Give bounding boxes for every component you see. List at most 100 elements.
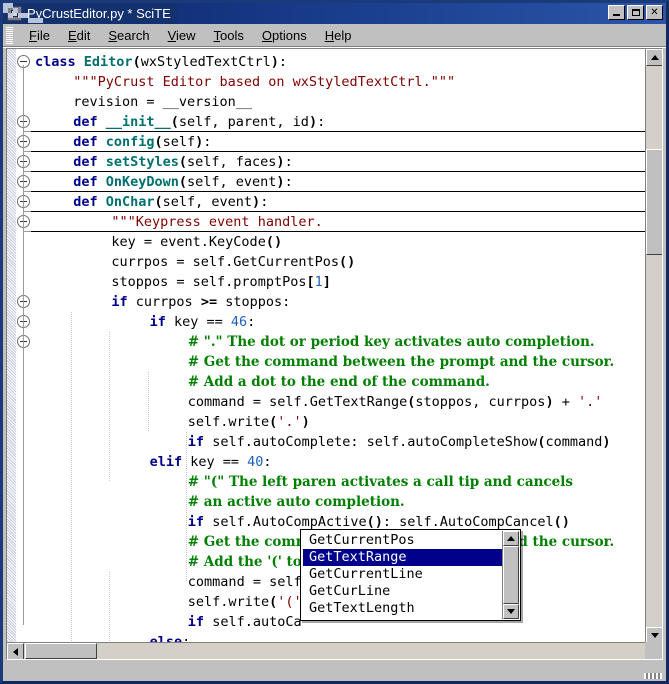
menu-label-file: ile <box>37 28 50 43</box>
menu-item-options[interactable]: Options <box>253 26 316 46</box>
menu-label-edit: dit <box>77 28 91 43</box>
code-line: key = event.KeyCode() <box>111 232 282 252</box>
menu-item-file[interactable]: File <box>20 26 59 46</box>
code-line: self.write('(') <box>188 592 310 612</box>
code-token: [ <box>306 274 314 290</box>
code-token: if <box>188 514 204 530</box>
code-token: ) <box>302 414 310 430</box>
code-token: class <box>35 54 76 70</box>
title-bar[interactable]: PyCrustEditor.py * SciTE ✕ <box>3 3 666 24</box>
code-token: ( <box>179 174 187 190</box>
menu-accel-edit: E <box>68 28 77 43</box>
code-token: 46 <box>231 314 247 330</box>
code-token: def <box>73 114 97 130</box>
code-token: # "(" The left paren activates a call ti… <box>188 474 573 490</box>
code-token: def <box>73 194 97 210</box>
code-token: : self.AutoCompCancel <box>383 514 554 530</box>
autocomplete-scroll-up-button[interactable] <box>503 531 519 546</box>
autocomplete-scroll-down-button[interactable] <box>503 604 519 619</box>
code-token: # Get the command between the prompt and… <box>188 354 614 370</box>
autocomplete-item[interactable]: GetTextLength <box>303 600 502 617</box>
code-token: Editor <box>84 54 133 70</box>
code-token <box>98 114 106 130</box>
menu-item-edit[interactable]: Edit <box>59 26 99 46</box>
code-token: command <box>545 434 602 450</box>
menu-drag-grip[interactable] <box>5 26 14 46</box>
code-token: if <box>150 314 166 330</box>
code-line: # "." The dot or period key activates au… <box>188 332 595 352</box>
menu-item-help[interactable]: Help <box>316 26 361 46</box>
autocomplete-item[interactable]: GetCurLine <box>303 583 502 600</box>
menu-item-search[interactable]: Search <box>99 26 158 46</box>
scroll-left-button[interactable] <box>7 643 24 660</box>
def-rule <box>31 191 645 192</box>
code-line: revision = __version__ <box>73 92 252 112</box>
def-rule <box>31 151 645 152</box>
horizontal-scrollbar-thumb[interactable] <box>25 643 97 659</box>
code-token: >= <box>201 294 217 310</box>
autocomplete-item-selected[interactable]: GetTextRange <box>303 549 502 566</box>
vertical-scrollbar[interactable] <box>645 49 662 644</box>
autocomplete-scrollbar[interactable] <box>502 531 519 619</box>
autocomplete-item[interactable]: GetCurrentPos <box>303 532 502 549</box>
vertical-scrollbar-thumb[interactable] <box>646 149 663 255</box>
menu-label-search: earch <box>117 28 150 43</box>
scroll-up-button[interactable] <box>646 49 663 66</box>
code-token: + <box>554 394 578 410</box>
menu-item-view[interactable]: View <box>159 26 205 46</box>
code-token: '.' <box>578 394 602 410</box>
fold-margin-stripe <box>7 49 16 644</box>
window-title: PyCrustEditor.py * SciTE <box>27 7 171 20</box>
close-button[interactable]: ✕ <box>646 5 663 20</box>
fold-margin[interactable] <box>7 49 31 644</box>
code-token: currpos <box>128 294 201 310</box>
code-line: self.write('.') <box>188 412 310 432</box>
menu-label-view: iew <box>176 28 196 43</box>
maximize-button[interactable] <box>627 5 644 20</box>
triangle-up-icon <box>507 536 515 541</box>
horizontal-scrollbar[interactable] <box>7 642 662 659</box>
code-line: if self.autoCa <box>188 612 302 632</box>
autocomplete-scroll-thumb[interactable] <box>503 546 519 604</box>
code-token: # an active auto completion. <box>188 494 405 510</box>
menu-label-tools: ools <box>220 28 244 43</box>
code-token: __init__ <box>106 114 171 130</box>
menu-label-help: elp <box>334 28 351 43</box>
code-token: key = event.KeyCode <box>111 234 265 250</box>
menu-item-tools[interactable]: Tools <box>205 26 253 46</box>
code-token: currpos = self.GetCurrentPos <box>111 254 339 270</box>
code-token: OnKeyDown <box>106 174 179 190</box>
code-token: '(' <box>277 594 301 610</box>
code-line: # "(" The left paren activates a call ti… <box>188 472 573 492</box>
editor-area[interactable]: class Editor(wxStyledTextCtrl):"""PyCrus… <box>6 48 663 660</box>
minimize-button[interactable] <box>608 5 625 20</box>
code-token: : <box>285 154 293 170</box>
fold-rule-tick <box>23 191 31 192</box>
code-token: ) <box>602 434 610 450</box>
code-line: # Add a dot to the end of the command. <box>188 372 490 392</box>
autocomplete-item[interactable]: GetCurrentLine <box>303 566 502 583</box>
code-token: ( <box>155 194 163 210</box>
code-token: self.autoCa <box>204 614 302 630</box>
code-token: stoppos = self.promptPos <box>111 274 306 290</box>
code-token: """PyCrust Editor based on wxStyledTextC… <box>73 74 455 90</box>
menu-accel-file: F <box>29 28 37 43</box>
def-rule <box>31 211 645 212</box>
code-token: () <box>554 514 570 530</box>
code-token: : <box>260 194 268 210</box>
code-token <box>98 174 106 190</box>
code-token: self.autoComplete: self.autoCompleteShow <box>204 434 537 450</box>
code-token: () <box>266 234 282 250</box>
code-token: # Add a dot to the end of the command. <box>188 374 490 390</box>
triangle-down-icon <box>651 633 659 638</box>
autocomplete-popup[interactable]: GetCurrentPosGetTextRangeGetCurrentLineG… <box>300 529 521 621</box>
autocomplete-list[interactable]: GetCurrentPosGetTextRangeGetCurrentLineG… <box>303 532 502 618</box>
code-token: stoppos, currpos <box>415 394 545 410</box>
code-token: ( <box>155 134 163 150</box>
code-line: # an active auto completion. <box>188 492 405 512</box>
indent-guide <box>148 372 149 432</box>
window-resize-grip[interactable] <box>644 673 662 679</box>
code-token <box>98 194 106 210</box>
def-rule <box>31 131 645 132</box>
code-token: ) <box>276 154 284 170</box>
